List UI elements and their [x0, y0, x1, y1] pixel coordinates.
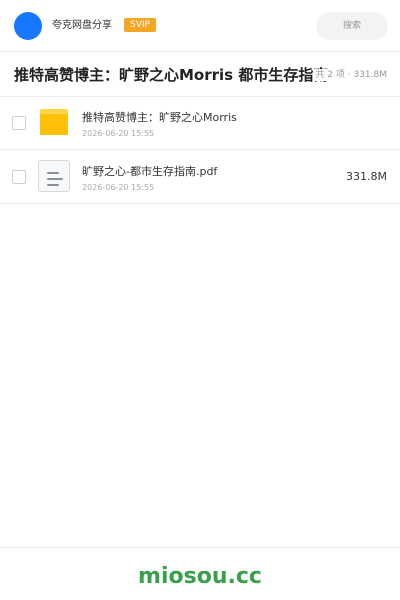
- file-date: 2026-06-20 15:55: [82, 183, 155, 192]
- svip-badge: SVIP: [124, 18, 156, 32]
- file-row[interactable]: 推特高赞博主：旷野之心Morris 2026-06-20 15:55: [0, 96, 400, 150]
- page-title: 推特高赞博主：旷野之心Morris 都市生存指南: [14, 66, 329, 84]
- footer: miosou.cc: [0, 547, 400, 600]
- folder-icon: [40, 109, 68, 135]
- file-date: 2026-06-20 15:55: [82, 129, 155, 138]
- search-button[interactable]: 搜索: [316, 12, 388, 40]
- file-name[interactable]: 旷野之心-都市生存指南.pdf: [82, 165, 217, 179]
- avatar[interactable]: [14, 12, 42, 40]
- file-summary: 共 2 项 · 331.8M: [313, 69, 387, 81]
- file-row[interactable]: 旷野之心-都市生存指南.pdf 2026-06-20 15:55 331.8M: [0, 150, 400, 204]
- document-icon: [38, 160, 70, 192]
- app-name: 夸克网盘分享: [52, 20, 112, 31]
- file-name[interactable]: 推特高赞博主：旷野之心Morris: [82, 111, 237, 125]
- row-checkbox[interactable]: [12, 170, 26, 184]
- share-header: 夸克网盘分享 SVIP 搜索: [0, 0, 400, 52]
- file-size: 331.8M: [346, 170, 387, 183]
- site-brand[interactable]: miosou.cc: [0, 564, 400, 590]
- row-checkbox[interactable]: [12, 116, 26, 130]
- title-bar: 推特高赞博主：旷野之心Morris 都市生存指南 共 2 项 · 331.8M: [0, 52, 400, 97]
